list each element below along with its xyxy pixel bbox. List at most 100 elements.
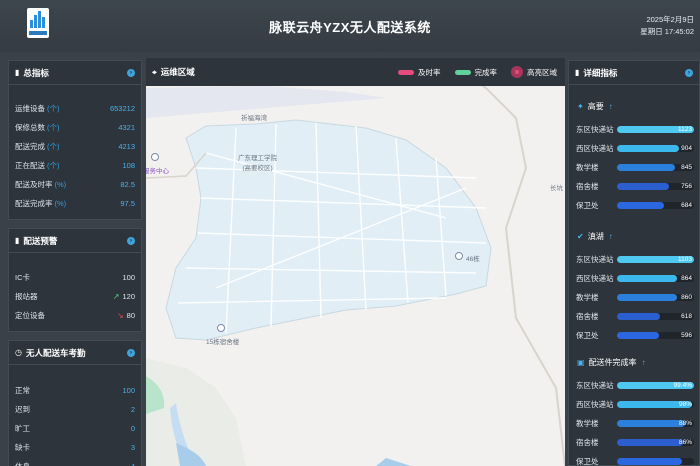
legend-item[interactable]: 完成率 <box>454 67 497 78</box>
panel-toggle-icon[interactable]: › <box>685 68 693 77</box>
bar-fill <box>617 202 664 209</box>
date-text: 2025年2月9日 <box>646 15 694 24</box>
map-pin-icon[interactable] <box>151 153 159 161</box>
bar-label: 保卫处 <box>576 201 599 210</box>
bar-label: 西区快递站 <box>576 400 614 409</box>
bar-fill <box>617 275 678 282</box>
bar-fill <box>617 439 684 446</box>
map-canvas[interactable] <box>146 58 565 466</box>
attendance-row: 缺卡 3 <box>15 442 135 452</box>
bar-fill <box>617 313 661 320</box>
bar-value: 86% <box>678 439 692 446</box>
bar-value: 756 <box>681 183 692 190</box>
detail-group-title: ▣ 配送件完成率 ↑ <box>577 358 646 367</box>
chart-icon: ▮ <box>15 68 20 77</box>
attendance-title: 无人配送车考勤 <box>25 347 86 358</box>
bar-label: 宿舍楼 <box>576 312 599 321</box>
summary-title: 总指标 <box>23 67 49 78</box>
summary-row: 配送及时率 (%) 82.5 <box>15 179 135 189</box>
location-pin-icon: ⌖ <box>152 66 157 77</box>
map-legend: 及时率 完成率 高亮区域 <box>398 66 565 78</box>
bar-fill <box>617 294 678 301</box>
header-bar: 脉联云舟YZX无人配送系统 2025年2月9日 星期日 17:45:02 <box>0 0 700 52</box>
alert-icon: ▮ <box>15 236 20 245</box>
summary-header: ▮ 总指标 › <box>9 61 141 85</box>
map-label: 服务中心 <box>146 168 169 175</box>
bar-fill <box>617 458 682 465</box>
warning-row: 报站器 ↗ 120 <box>15 291 135 301</box>
bar-label: 宿舍楼 <box>576 438 599 447</box>
bar-label: 西区快递站 <box>576 274 614 283</box>
clock-icon: ◷ <box>15 348 22 357</box>
detail-bar-row: 西区快递站 904 <box>574 142 694 155</box>
detail-bar-row: 宿舍楼 86% <box>574 436 694 449</box>
trend-up-icon: ↗ <box>112 291 120 301</box>
map-pin-icon[interactable] <box>455 252 463 260</box>
detail-bar-row: 教学楼 88% <box>574 417 694 430</box>
detail-group-title: ✔ 滇湖 ↑ <box>577 232 613 241</box>
detail-bar-row: 教学楼 845 <box>574 161 694 174</box>
bar-fill <box>617 164 675 171</box>
map-label: 祈福海湾 <box>241 115 267 122</box>
sort-arrow-icon[interactable]: ↑ <box>609 232 613 241</box>
bar-fill <box>617 332 659 339</box>
map-pin-icon[interactable] <box>217 324 225 332</box>
bar-value: 864 <box>681 275 692 282</box>
bar-label: 东区快递站 <box>576 381 614 390</box>
detail-title: 详细指标 <box>583 67 618 78</box>
map-title: 运维区域 <box>160 67 195 77</box>
attendance-row: 正常 100 <box>15 385 135 395</box>
summary-row: 配送完成率 (%) 97.5 <box>15 198 135 208</box>
bar-value: 1123 <box>678 126 692 133</box>
summary-row: 配送完成 (个) 4213 <box>15 141 135 151</box>
summary-row: 正在配送 (个) 108 <box>15 160 135 170</box>
summary-row: 运维设备 (个) 653212 <box>15 103 135 113</box>
detail-bar-row: 东区快递站 1103 <box>574 253 694 266</box>
bar-label: 保卫处 <box>576 331 599 340</box>
legend-item[interactable]: 高亮区域 <box>511 66 557 78</box>
bar-label: 东区快递站 <box>576 255 614 264</box>
detail-header: ▮ 详细指标 › <box>569 61 699 85</box>
check-circle-icon: ✔ <box>577 232 584 241</box>
bar-value: 98% <box>678 401 692 408</box>
bar-fill <box>617 420 685 427</box>
attendance-row: 休息 4 <box>15 461 135 466</box>
detail-bar-row: 宿舍楼 756 <box>574 180 694 193</box>
bar-label: 教学楼 <box>576 163 599 172</box>
detail-bar-row: 西区快递站 98% <box>574 398 694 411</box>
bar-fill <box>617 183 669 190</box>
bar-value: 596 <box>681 332 692 339</box>
warning-row: 定位设备 ↘ 80 <box>15 310 135 320</box>
map-label: 广东理工学院 (高要校区) <box>238 155 277 172</box>
bar-fill <box>617 145 679 152</box>
attendance-panel: ◷ 无人配送车考勤 › 正常 100 迟到 2 旷工 0 缺卡 3 休息 4 <box>8 340 142 466</box>
map-label: 长坑 <box>550 185 563 192</box>
bar-label: 西区快递站 <box>576 144 614 153</box>
detail-bar-row: 教学楼 860 <box>574 291 694 304</box>
sort-arrow-icon[interactable]: ↑ <box>609 102 613 111</box>
bar-label: 保卫处 <box>576 457 599 466</box>
bar-value: 860 <box>681 294 692 301</box>
page-title: 脉联云舟YZX无人配送系统 <box>269 20 431 35</box>
detail-bar-row: 保卫处 684 <box>574 199 694 212</box>
sort-arrow-icon[interactable]: ↑ <box>642 358 646 367</box>
bar-label: 教学楼 <box>576 293 599 302</box>
warning-row: IC卡 100 <box>15 272 135 282</box>
attendance-header: ◷ 无人配送车考勤 › <box>9 341 141 365</box>
detail-panel: ▮ 详细指标 › ✦ 高要 ↑ 东区快递站 1123 西区快递站 904 教学楼 845 宿舍楼 7… <box>568 60 700 466</box>
doc-icon: ▣ <box>577 358 585 367</box>
bar-value: 618 <box>681 313 692 320</box>
bar-value: 684 <box>681 202 692 209</box>
summary-panel: ▮ 总指标 › 运维设备 (个) 653212 保修总数 (个) 4321 配送完成 (个… <box>8 60 142 220</box>
panel-toggle-icon[interactable]: › <box>127 68 135 77</box>
time-text: 星期日 17:45:02 <box>640 27 694 36</box>
bar-value: 88% <box>678 420 692 427</box>
detail-bar-row: 东区快递站 99.4% <box>574 379 694 392</box>
bird-icon: ✦ <box>577 102 584 111</box>
legend-item[interactable]: 及时率 <box>398 67 441 78</box>
map-view[interactable]: 祈福海湾 广东理工学院 (高要校区) 服务中心 46栋 15栋宿舍楼 长坑 <box>146 58 565 466</box>
bar-value: 904 <box>681 145 692 152</box>
panel-toggle-icon[interactable]: › <box>127 348 135 357</box>
map-header: ⌖ 运维区域 及时率 完成率 高亮区域 <box>146 58 565 86</box>
panel-toggle-icon[interactable]: › <box>127 236 135 245</box>
